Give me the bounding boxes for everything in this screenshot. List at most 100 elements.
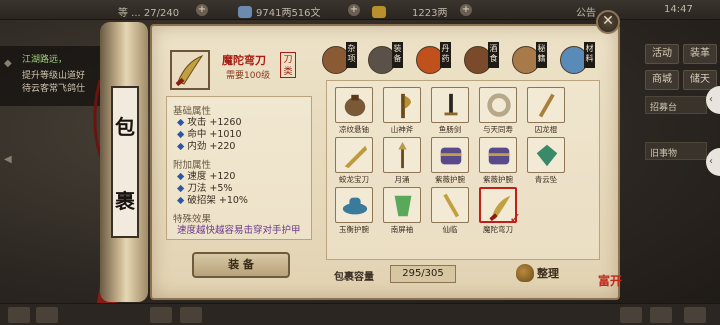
item-slot[interactable]: 魔陀弯刀 ✓: [479, 187, 521, 235]
close-button[interactable]: ✕: [596, 10, 620, 34]
toolbar-icon[interactable]: [650, 307, 672, 323]
item-slot[interactable]: 山神斧: [383, 87, 423, 135]
toolbar-icon[interactable]: [180, 307, 202, 323]
tab-misc[interactable]: 杂项: [320, 42, 360, 76]
selected-item-requirement: 需要100级: [226, 71, 271, 81]
collapse-arrow-icon[interactable]: ◀: [4, 154, 12, 165]
chat-item[interactable]: 旧事物: [645, 142, 707, 160]
currency1-display: 9741两516文: [238, 4, 321, 19]
extra-attr-value: +5%: [209, 183, 233, 194]
item-label: 囚龙棍: [534, 125, 558, 134]
item-slot[interactable]: 与天同寿: [479, 87, 519, 135]
tab-food[interactable]: 酒食: [462, 42, 502, 76]
item-slot[interactable]: 蛟龙宝刀: [335, 137, 375, 185]
armor-icon: [440, 147, 462, 165]
toolbar-icon[interactable]: [36, 307, 58, 323]
selected-item-type-badge: 刀类: [280, 52, 296, 78]
item-slot[interactable]: 青云坠: [527, 137, 567, 185]
item-slot[interactable]: 鱼肠剑: [431, 87, 471, 135]
base-attr-value: +1260: [209, 117, 242, 128]
equip-shop-label: 装革: [690, 48, 710, 59]
equip-button[interactable]: 装 备: [192, 252, 290, 278]
tab-manuals[interactable]: 秘籍: [510, 42, 550, 76]
notice-link[interactable]: 公告: [576, 4, 596, 19]
clock: 14:47: [664, 4, 693, 15]
item-slot[interactable]: 仙临: [431, 187, 471, 235]
item-frame: [431, 187, 469, 223]
item-label: 南屏袖: [390, 225, 414, 234]
item-label: 蛟龙宝刀: [339, 175, 369, 184]
toolbar-icon[interactable]: [684, 307, 706, 323]
special-effect-desc: 速度越快越容易击穿对手护甲: [177, 225, 301, 236]
add-currency1-button[interactable]: +: [348, 4, 360, 16]
extra-attr-row: ◆ 刀法 +5%: [177, 183, 233, 194]
category-tabs: 杂项 装备 丹药 酒食 秘籍 材料: [318, 42, 608, 78]
selected-item-name: 魔陀弯刀: [222, 54, 266, 67]
equip-shop-button[interactable]: 装革: [683, 44, 717, 64]
base-attr-value: +220: [209, 141, 236, 152]
recruit-item[interactable]: 招募台: [645, 96, 707, 114]
special-effect-title: 特殊效果: [173, 214, 212, 225]
bottom-toolbar: [0, 303, 720, 325]
item-slot[interactable]: 囚龙棍: [527, 87, 567, 135]
item-label: 仙临: [442, 225, 458, 234]
sword-icon: [444, 93, 458, 116]
activity-button[interactable]: 活动: [645, 44, 679, 64]
item-frame: [335, 137, 373, 173]
add-currency2-button[interactable]: +: [460, 4, 472, 16]
item-slot[interactable]: 紫薇护腕: [431, 137, 471, 185]
extra-attr-key: 刀法: [187, 183, 207, 194]
clock-text: 14:47: [664, 4, 693, 15]
tab-materials[interactable]: 材料: [558, 42, 598, 76]
item-frame: [431, 137, 469, 173]
item-slot[interactable]: 月涌: [383, 137, 423, 185]
sort-button[interactable]: 整理: [516, 264, 559, 282]
item-frame: [479, 87, 517, 123]
notice-label: 公告: [576, 8, 596, 19]
tab-pills[interactable]: 丹药: [414, 42, 454, 76]
storage-label: 储天: [690, 74, 710, 85]
mall-button[interactable]: 商城: [645, 70, 679, 90]
package-title-label: 包 裹: [111, 86, 139, 238]
item-frame: [527, 137, 565, 173]
currency2-display: 1223两: [372, 4, 447, 19]
chat-label: 旧事物: [650, 149, 678, 159]
add-level-button[interactable]: +: [196, 4, 208, 16]
base-attr-row: ◆ 内劲 +220: [177, 141, 236, 152]
extra-attr-value: +120: [209, 171, 236, 182]
mall-label: 商城: [652, 74, 672, 85]
blade-icon: [344, 145, 368, 169]
tab-equipment[interactable]: 装备: [366, 42, 406, 76]
extra-attr-key: 破招架: [187, 195, 216, 206]
recruit-label: 招募台: [650, 103, 678, 113]
jade-icon: [536, 144, 558, 167]
axe-icon: [401, 93, 411, 119]
base-attr-row: ◆ 攻击 +1260: [177, 117, 242, 128]
selected-check-icon: ✓: [509, 211, 521, 227]
package-title-char-1: 包: [115, 114, 135, 139]
base-attr-value: +1010: [209, 129, 242, 140]
staff-icon: [538, 93, 555, 118]
toolbar-icon[interactable]: [150, 307, 172, 323]
package-title-char-2: 裹: [115, 188, 135, 213]
quest-title: 江湖路远，: [22, 55, 68, 65]
tab-food-label: 酒食: [488, 42, 499, 68]
cloth-icon: [394, 195, 412, 217]
item-slot[interactable]: 玉衡护腕: [335, 187, 375, 235]
item-label: 紫薇护腕: [483, 175, 513, 184]
base-attr-key: 内劲: [187, 141, 207, 152]
item-frame: [383, 187, 421, 223]
item-frame: [383, 137, 421, 173]
item-label: 山神斧: [390, 125, 414, 134]
toolbar-icon[interactable]: [8, 307, 30, 323]
tab-equipment-label: 装备: [392, 42, 403, 68]
capacity-label: 包裹容量: [334, 272, 374, 283]
bag-icon: [516, 264, 534, 282]
item-slot[interactable]: 凉纹悬铀: [335, 87, 375, 135]
item-frame: [431, 87, 469, 123]
toolbar-icon[interactable]: [620, 307, 642, 323]
item-slot[interactable]: 南屏袖: [383, 187, 423, 235]
base-attr-key: 攻击: [187, 117, 207, 128]
item-slot[interactable]: 紫薇护腕: [479, 137, 519, 185]
extra-attr-value: +10%: [218, 195, 248, 206]
